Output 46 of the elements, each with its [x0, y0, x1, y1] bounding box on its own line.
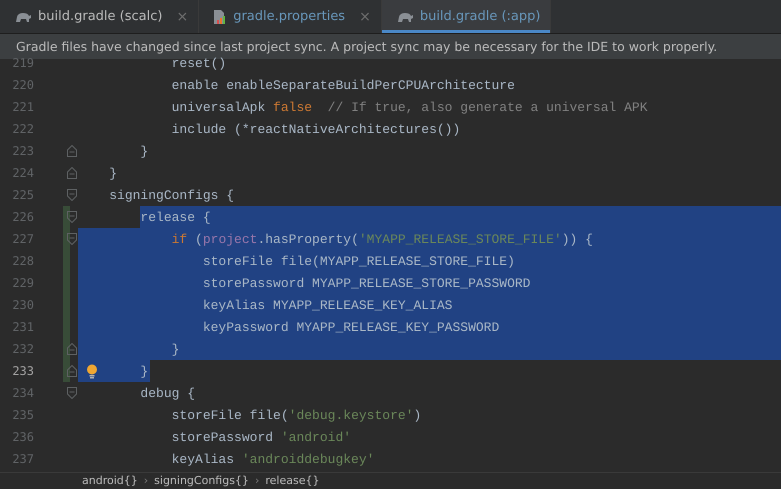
line-number: 231 — [11, 320, 34, 334]
code-line: keyAlias MYAPP_RELEASE_KEY_ALIAS — [202, 298, 452, 312]
code-line: storeFile file(MYAPP_RELEASE_STORE_FILE) — [202, 254, 515, 268]
code-line: if (project.hasProperty('MYAPP_RELEASE_STORE_FILE')) { — [172, 232, 593, 246]
code-line: storeFile file('debug.keystore') — [172, 408, 422, 422]
code-line: universalApk false // If true, also generate a universal APK — [172, 100, 648, 114]
code-line: } — [140, 144, 148, 158]
line-number: 221 — [11, 100, 34, 114]
line-number: 236 — [11, 430, 34, 444]
code-line: keyAlias 'androiddebugkey' — [172, 452, 374, 466]
code-line: include (*reactNativeArchitectures()) — [172, 122, 460, 136]
code-line: } — [109, 166, 118, 180]
line-number: 234 — [11, 386, 34, 400]
line-number: 220 — [11, 78, 34, 92]
editor-tab[interactable]: build.gradle (:app) — [382, 0, 552, 33]
line-number: 235 — [11, 408, 34, 422]
code-line: debug { — [140, 386, 196, 400]
line-number: 227 — [11, 232, 34, 246]
line-number: 228 — [11, 254, 34, 268]
breadcrumb[interactable]: release{} — [265, 474, 320, 488]
code-line: storePassword MYAPP_RELEASE_STORE_PASSWORD — [202, 276, 530, 290]
breadcrumb[interactable]: android{} — [82, 474, 138, 488]
code-line: keyPassword MYAPP_RELEASE_KEY_PASSWORD — [202, 320, 500, 334]
line-number: 232 — [11, 342, 34, 356]
line-number: 219 — [11, 56, 34, 70]
code-line: signingConfigs { — [109, 188, 234, 202]
editor-tab[interactable]: build.gradle (scalc) × — [0, 0, 200, 33]
code-line: } — [140, 364, 148, 378]
code-line: } — [172, 342, 180, 356]
breadcrumb[interactable]: signingConfigs{} — [154, 474, 249, 488]
line-number: 230 — [11, 298, 34, 312]
editor-tab[interactable]: gradle.properties × — [199, 0, 382, 33]
line-number: 229 — [11, 276, 34, 290]
sync-notification: Gradle files have changed since last project sync. A project sync may be necessary for the IDE to work properly. — [0, 34, 781, 59]
chevron-icon: › — [254, 474, 260, 488]
line-number: 222 — [11, 122, 34, 136]
code-line: release { — [140, 210, 211, 224]
line-number: 223 — [11, 144, 34, 158]
code-line: storePassword 'android' — [172, 430, 352, 444]
line-number: 225 — [11, 188, 34, 202]
line-number: 237 — [11, 452, 34, 466]
line-number: 226 — [11, 210, 34, 224]
line-number: 224 — [11, 166, 34, 180]
code-line: enable enableSeparateBuildPerCPUArchitecture — [172, 78, 515, 92]
chevron-icon: › — [144, 474, 148, 488]
line-number: 233 — [11, 364, 34, 378]
